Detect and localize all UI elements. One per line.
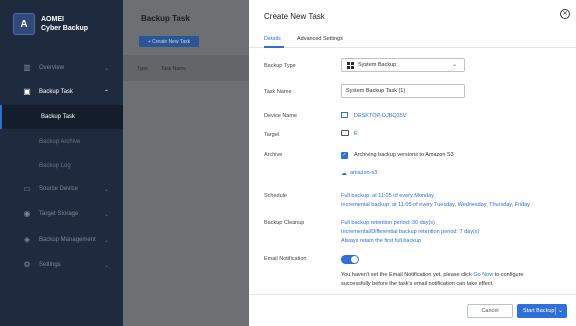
schedule-incremental-backup[interactable]: Incremental backup: at 11:05 of every Tu… xyxy=(341,202,530,208)
backup-task-page-overlay: Backup Task + Create New Task Type Task … xyxy=(123,0,249,326)
active-tab-indicator xyxy=(264,46,284,48)
chevron-down-icon: ⌄ xyxy=(104,262,110,269)
device-name-label: Device Name xyxy=(264,113,298,119)
tab-details[interactable]: Details xyxy=(264,36,281,42)
sidebar-subitem-backup-log[interactable]: Backup Log xyxy=(0,154,123,178)
brand: A AOMEI Cyber Backup xyxy=(13,13,88,35)
cleanup-retain-first[interactable]: Always retain the first full backup xyxy=(341,238,421,244)
chevron-down-icon: ⌄ xyxy=(104,65,110,72)
source-device-icon: ▭ xyxy=(23,184,31,193)
close-icon[interactable]: ✕ xyxy=(560,9,570,19)
archive-storage-link[interactable]: amazon-s3 xyxy=(350,170,377,176)
folder-icon xyxy=(341,130,349,136)
page-title: Backup Task xyxy=(141,14,190,23)
computer-icon xyxy=(341,112,348,118)
cleanup-incremental-retention[interactable]: Incremental/Differential backup retentio… xyxy=(341,229,479,235)
target-value[interactable]: E: xyxy=(354,131,359,137)
chevron-down-icon: ⌄ xyxy=(104,237,110,244)
schedule-full-backup[interactable]: Full backup: at 11:05 of every Monday xyxy=(341,193,434,199)
email-notification-note-line2: successfully before the task's email not… xyxy=(341,281,494,287)
sidebar-item-backup-task[interactable]: ▣ Backup Task ⌃ xyxy=(0,81,123,103)
backup-cleanup-label: Backup Cleanup xyxy=(264,220,305,226)
chevron-up-icon: ⌃ xyxy=(104,89,110,96)
target-label: Target xyxy=(264,132,280,138)
dialog-tabs: Details Advanced Settings xyxy=(249,31,576,48)
dialog-title: Create New Task xyxy=(264,12,325,21)
table-header: Type Task Name xyxy=(123,55,249,81)
column-type: Type xyxy=(137,66,148,72)
dialog-footer: Cancel Start Backup ⌄ xyxy=(249,294,576,326)
archive-checkbox[interactable]: ✓ xyxy=(341,152,348,159)
tab-advanced-settings[interactable]: Advanced Settings xyxy=(297,36,343,42)
backup-type-select[interactable]: System Backup ⌄ xyxy=(341,58,465,72)
email-notification-toggle[interactable] xyxy=(341,255,359,264)
go-now-link[interactable]: Go Now xyxy=(473,272,493,278)
chevron-down-icon: ⌄ xyxy=(451,62,457,68)
start-backup-button[interactable]: Start Backup ⌄ xyxy=(517,304,567,318)
task-name-label: Task Name xyxy=(264,89,292,95)
schedule-label: Schedule xyxy=(264,193,287,199)
sidebar-item-backup-management[interactable]: ◈ Backup Management ⌄ xyxy=(0,229,123,251)
backup-task-icon: ▣ xyxy=(23,87,31,96)
archive-label: Archive xyxy=(264,152,283,158)
overview-icon: ▥ xyxy=(23,63,31,72)
task-name-input[interactable]: System Backup Task (1) xyxy=(341,84,465,98)
create-new-task-dialog: Create New Task ✕ Details Advanced Setti… xyxy=(249,0,576,326)
sidebar-item-settings[interactable]: ⚙ Settings ⌄ xyxy=(0,254,123,276)
brand-name-line1: AOMEI xyxy=(41,16,64,23)
archive-text: Archiving backup versions to Amazon S3 xyxy=(354,152,454,158)
column-task-name: Task Name xyxy=(161,66,187,72)
sidebar-item-overview[interactable]: ▥ Overview ⌄ xyxy=(0,57,123,79)
email-notification-label: Email Notification xyxy=(264,256,307,262)
sidebar-item-source-device[interactable]: ▭ Source Device ⌄ xyxy=(0,178,123,200)
sidebar-subitem-backup-archive[interactable]: Backup Archive xyxy=(0,130,123,154)
cancel-button[interactable]: Cancel xyxy=(467,304,513,318)
cloud-icon: ☁ xyxy=(341,171,347,177)
sidebar: A AOMEI Cyber Backup ▥ Overview ⌄ ▣ Back… xyxy=(0,0,123,326)
chevron-down-icon[interactable]: ⌄ xyxy=(558,307,563,314)
create-new-task-button[interactable]: + Create New Task xyxy=(139,36,199,47)
backup-type-label: Backup Type xyxy=(264,63,296,69)
brand-name-line2: Cyber Backup xyxy=(41,25,89,32)
sidebar-item-target-storage[interactable]: ◉ Target Storage ⌄ xyxy=(0,203,123,225)
sidebar-subitem-backup-task[interactable]: Backup Task xyxy=(0,105,123,129)
chevron-down-icon: ⌄ xyxy=(104,186,110,193)
aomei-logo: A xyxy=(13,13,35,35)
settings-icon: ⚙ xyxy=(23,260,31,269)
backup-management-icon: ◈ xyxy=(23,235,31,244)
email-notification-note: You haven't set the Email Notification y… xyxy=(341,272,524,278)
target-storage-icon: ◉ xyxy=(23,209,31,218)
device-name-value[interactable]: DESKTOP-DJBQ35V xyxy=(354,113,406,119)
cleanup-full-retention[interactable]: Full backup retention period: 30 day(s) xyxy=(341,220,435,226)
chevron-down-icon: ⌄ xyxy=(104,211,110,218)
windows-icon xyxy=(347,62,354,69)
